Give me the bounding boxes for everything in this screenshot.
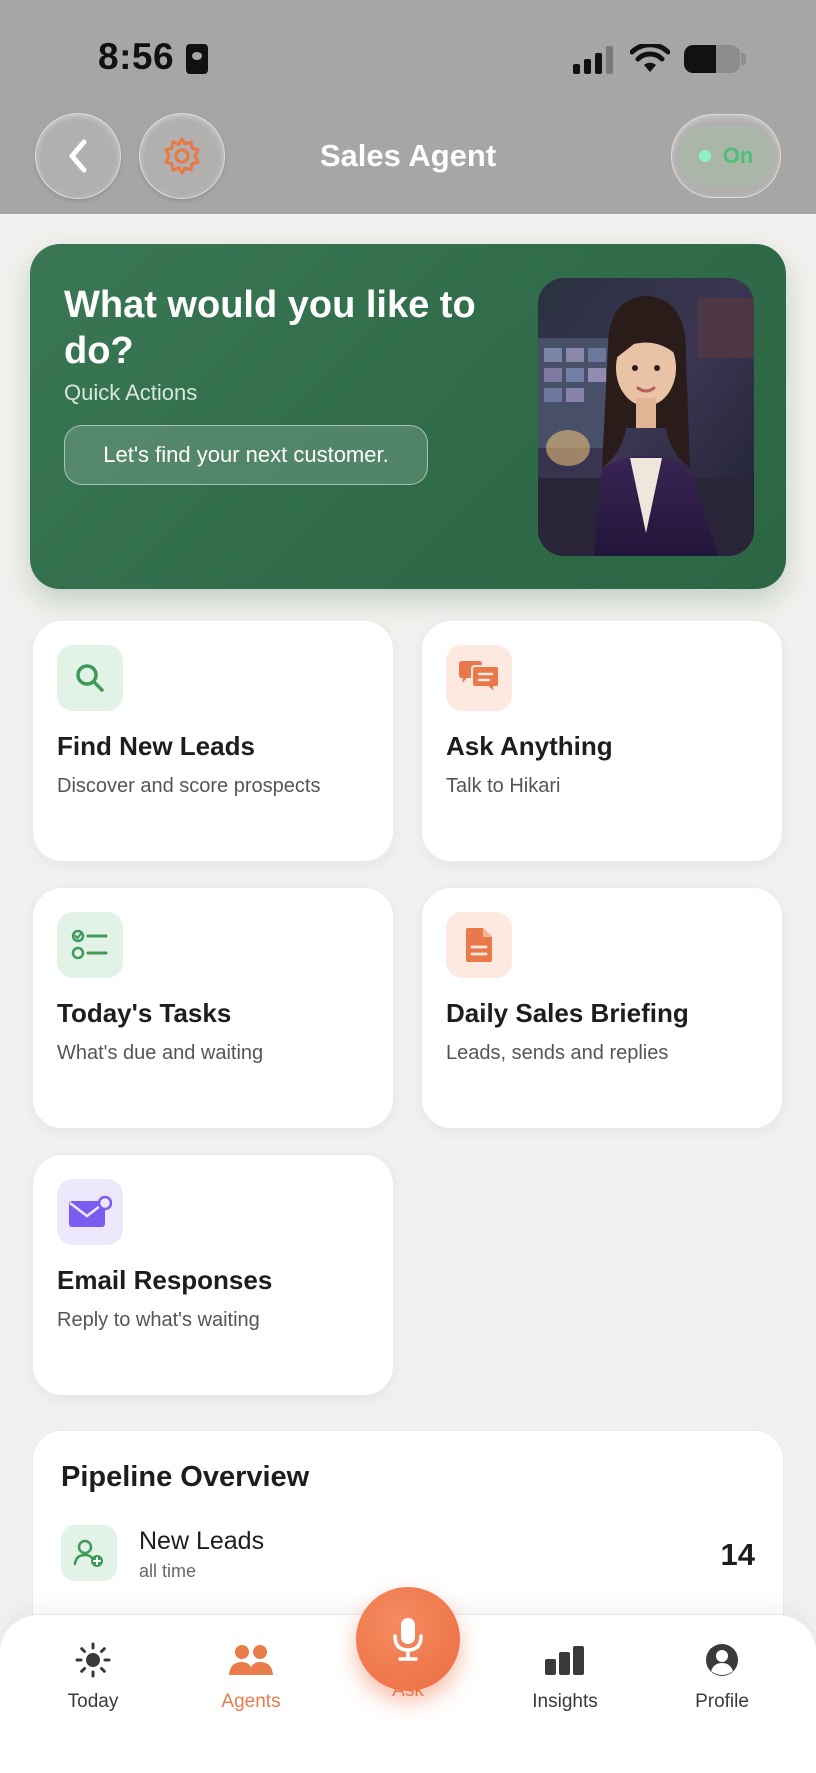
card-subtitle: Discover and score prospects [57, 775, 321, 797]
checklist-icon [57, 912, 123, 978]
nav-label: Agents [221, 1691, 281, 1712]
find-customer-chip[interactable]: Let's find your next customer. [64, 425, 428, 485]
pipeline-row-label: New Leads [139, 1527, 265, 1555]
nav-today[interactable]: Today [23, 1637, 163, 1713]
chat-bubbles-icon [446, 645, 512, 711]
card-subtitle: What's due and waiting [57, 1042, 264, 1064]
card-title: Daily Sales Briefing [446, 998, 689, 1028]
toggle-pill[interactable]: On [678, 126, 774, 186]
quick-actions-hero: What would you like to do? Quick Actions… [30, 244, 786, 589]
add-user-icon [61, 1525, 117, 1581]
card-subtitle: Leads, sends and replies [446, 1042, 669, 1064]
card-subtitle: Reply to what's waiting [57, 1309, 260, 1331]
card-title: Email Responses [57, 1265, 273, 1295]
pipeline-row-sublabel: all time [139, 1561, 197, 1581]
agent-toggle[interactable]: On [671, 114, 781, 198]
ask-mic-button[interactable] [356, 1587, 460, 1691]
microphone-icon [393, 1618, 423, 1661]
nav-insights[interactable]: Insights [495, 1637, 635, 1713]
id-card-icon [186, 44, 208, 74]
sun-icon [23, 1637, 163, 1683]
card-title: Ask Anything [446, 731, 613, 761]
todays-tasks-card[interactable]: Today's Tasks What's due and waiting [32, 887, 394, 1129]
people-icon [181, 1637, 321, 1683]
envelope-icon [57, 1179, 123, 1245]
card-title: Find New Leads [57, 731, 255, 761]
nav-profile[interactable]: Profile [652, 1637, 792, 1713]
pipeline-title: Pipeline Overview [61, 1461, 310, 1493]
nav-label: Today [67, 1691, 119, 1712]
email-responses-card[interactable]: Email Responses Reply to what's waiting [32, 1154, 394, 1396]
nav-label: Profile [695, 1691, 749, 1712]
nav-agents[interactable]: Agents [181, 1637, 321, 1713]
status-time: 8:56 [98, 36, 175, 77]
hero-subtitle: Quick Actions [64, 380, 198, 405]
find-new-leads-card[interactable]: Find New Leads Discover and score prospe… [32, 620, 394, 862]
profile-icon [652, 1637, 792, 1683]
hero-title: What would you like to do? [64, 284, 476, 372]
document-icon [446, 912, 512, 978]
nav-label: Insights [532, 1691, 598, 1712]
battery-cap [741, 53, 746, 65]
search-icon [57, 645, 123, 711]
toggle-label: On [722, 143, 754, 168]
agent-portrait-image [538, 278, 754, 556]
pipeline-row-count: 14 [720, 1537, 755, 1572]
card-title: Today's Tasks [57, 998, 232, 1028]
battery-icon [684, 45, 740, 73]
bar-chart-icon [495, 1637, 635, 1683]
cellular-signal-icon [573, 46, 613, 74]
daily-sales-briefing-card[interactable]: Daily Sales Briefing Leads, sends and re… [421, 887, 783, 1129]
status-dot-icon [698, 150, 711, 162]
wifi-icon [630, 44, 670, 72]
ask-anything-card[interactable]: Ask Anything Talk to Hikari [421, 620, 783, 862]
top-bar: 8:56 Sales Agent On [0, 0, 816, 214]
agent-avatar-photo [538, 278, 754, 556]
card-subtitle: Talk to Hikari [446, 775, 561, 797]
